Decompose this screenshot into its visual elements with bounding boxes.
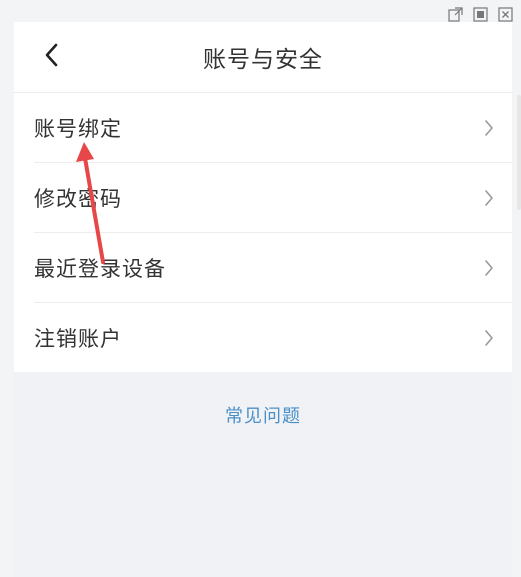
menu-item-label: 注销账户 xyxy=(34,326,122,351)
menu-item-recent-devices[interactable]: 最近登录设备 xyxy=(34,233,512,303)
chevron-right-icon xyxy=(484,119,494,136)
menu-item-change-password[interactable]: 修改密码 xyxy=(34,163,512,233)
popout-icon[interactable] xyxy=(447,6,463,22)
menu-item-label: 账号绑定 xyxy=(34,116,122,141)
header: 账号与安全 xyxy=(14,22,512,93)
scrollbar[interactable] xyxy=(517,95,521,210)
chevron-right-icon xyxy=(484,189,494,206)
account-security-panel: 账号与安全 账号绑定 修改密码 最近登录设备 注销账户 常见问题 xyxy=(14,22,512,577)
faq-section: 常见问题 xyxy=(14,372,512,428)
window-controls xyxy=(447,6,513,22)
chevron-right-icon xyxy=(484,259,494,276)
faq-link[interactable]: 常见问题 xyxy=(225,406,301,427)
menu-item-account-binding[interactable]: 账号绑定 xyxy=(34,93,512,163)
maximize-icon[interactable] xyxy=(472,6,488,22)
settings-menu: 账号绑定 修改密码 最近登录设备 注销账户 xyxy=(14,93,512,372)
close-icon[interactable] xyxy=(497,6,513,22)
menu-item-delete-account[interactable]: 注销账户 xyxy=(34,303,512,372)
menu-item-label: 修改密码 xyxy=(34,186,122,211)
page-title: 账号与安全 xyxy=(203,47,323,73)
chevron-right-icon xyxy=(484,329,494,346)
menu-item-label: 最近登录设备 xyxy=(34,256,166,281)
